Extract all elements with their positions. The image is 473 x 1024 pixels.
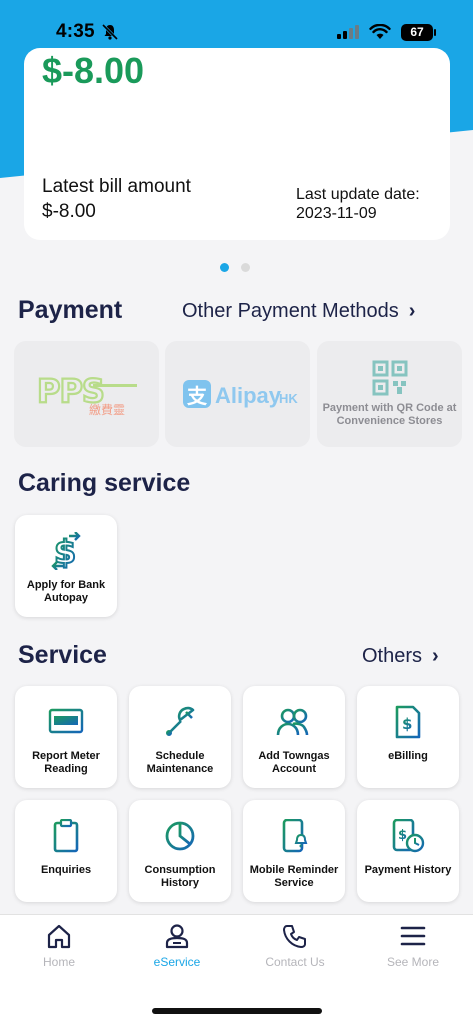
- service-others-label: Others: [362, 645, 423, 667]
- alipayhk-payment-tile[interactable]: 支 Alipay HK: [165, 341, 310, 447]
- status-indicators: 67: [337, 23, 436, 41]
- apply-bank-autopay-label: Apply for Bank Autopay: [26, 579, 106, 604]
- phone-bell-icon: [282, 819, 308, 853]
- person-icon: [165, 924, 189, 949]
- pps-logo-subtext: 繳費靈: [89, 402, 125, 416]
- battery-level: 67: [410, 25, 424, 39]
- nav-see-more[interactable]: See More: [354, 923, 472, 969]
- status-time-group: 4:35: [56, 21, 119, 43]
- battery-icon: 67: [401, 23, 436, 41]
- payment-history-card[interactable]: $ Payment History: [357, 800, 459, 902]
- svg-text:支: 支: [187, 384, 208, 408]
- latest-bill-amount: $-8.00: [42, 201, 96, 222]
- svg-text:$: $: [54, 533, 76, 570]
- mobile-reminder-service-card[interactable]: Mobile Reminder Service: [243, 800, 345, 902]
- schedule-maintenance-label: Schedule Maintenance: [146, 750, 214, 775]
- svg-text:$: $: [398, 828, 407, 843]
- alipayhk-logo: 支 Alipay HK: [182, 380, 298, 408]
- schedule-maintenance-card[interactable]: Schedule Maintenance: [129, 686, 231, 788]
- report-meter-reading-label: Report Meter Reading: [32, 750, 100, 775]
- enquiries-label: Enquiries: [40, 864, 92, 876]
- payment-title: Payment: [18, 296, 123, 324]
- update-date-label: Last update date:: [296, 186, 420, 203]
- add-towngas-account-label: Add Towngas Account: [258, 750, 330, 775]
- nav-eservice-label: eService: [153, 955, 201, 969]
- nav-see-more-label: See More: [386, 955, 440, 969]
- service-title: Service: [18, 641, 107, 669]
- svg-text:$: $: [402, 715, 412, 733]
- meter-icon: [48, 708, 84, 737]
- payment-history-label: Payment History: [364, 864, 452, 876]
- carousel-dots[interactable]: [220, 263, 250, 272]
- ebilling-card[interactable]: $ eBilling: [357, 686, 459, 788]
- wifi-icon: [369, 24, 391, 39]
- qr-code-payment-tile[interactable]: Payment with QR Code at Convenience Stor…: [317, 341, 462, 447]
- menu-icon: [400, 926, 426, 946]
- ebilling-label: eBilling: [388, 750, 428, 762]
- wrench-icon: [166, 706, 195, 736]
- status-time: 4:35: [56, 21, 95, 42]
- pie-chart-icon: [165, 821, 195, 851]
- carousel-dot-1[interactable]: [220, 263, 229, 272]
- alipay-logo-subtext: HK: [279, 391, 298, 406]
- bill-card[interactable]: $-8.00 Latest bill amount $-8.00 Last up…: [24, 48, 450, 240]
- users-icon: [276, 708, 309, 736]
- chevron-right-icon: ›: [432, 645, 439, 667]
- phone-icon: [283, 925, 306, 948]
- mobile-reminder-service-label: Mobile Reminder Service: [249, 864, 339, 889]
- pps-logo: PPS 繳費靈: [35, 372, 137, 416]
- chevron-right-icon: ›: [408, 300, 416, 322]
- nav-contact-us[interactable]: Contact Us: [236, 923, 354, 969]
- carousel-dot-2[interactable]: [241, 263, 250, 272]
- ebill-icon: $: [395, 705, 421, 739]
- silent-bell-icon: [101, 23, 118, 41]
- update-date-value: 2023-11-09: [296, 205, 377, 222]
- nav-home[interactable]: Home: [0, 923, 118, 969]
- apply-bank-autopay-card[interactable]: $ Apply for Bank Autopay: [15, 515, 117, 617]
- enquiries-card[interactable]: Enquiries: [15, 800, 117, 902]
- add-towngas-account-card[interactable]: Add Towngas Account: [243, 686, 345, 788]
- bill-clock-icon: $: [392, 819, 425, 853]
- status-bar: 4:35 67: [0, 0, 473, 64]
- caring-service-title: Caring service: [18, 469, 191, 497]
- nav-contact-us-label: Contact Us: [265, 955, 325, 969]
- pps-payment-tile[interactable]: PPS 繳費靈: [14, 341, 159, 447]
- nav-home-label: Home: [42, 955, 75, 969]
- service-others-link[interactable]: Others ›: [362, 645, 439, 668]
- report-meter-reading-card[interactable]: Report Meter Reading: [15, 686, 117, 788]
- nav-eservice[interactable]: eService: [118, 923, 236, 969]
- qr-code-payment-label: Payment with QR Code at Convenience Stor…: [322, 402, 457, 427]
- home-indicator[interactable]: [152, 1008, 322, 1014]
- consumption-history-card[interactable]: Consumption History: [129, 800, 231, 902]
- qr-code-icon: [372, 360, 407, 396]
- clipboard-icon: [53, 819, 79, 853]
- alipay-logo-text: Alipay: [215, 383, 282, 408]
- other-payment-methods-label: Other Payment Methods: [182, 300, 399, 322]
- consumption-history-label: Consumption History: [144, 864, 216, 889]
- home-icon: [47, 924, 71, 949]
- bank-autopay-icon: $: [51, 532, 81, 570]
- cellular-signal-icon: [337, 25, 359, 39]
- latest-bill-label: Latest bill amount: [42, 176, 191, 197]
- other-payment-methods-link[interactable]: Other Payment Methods ›: [182, 300, 415, 323]
